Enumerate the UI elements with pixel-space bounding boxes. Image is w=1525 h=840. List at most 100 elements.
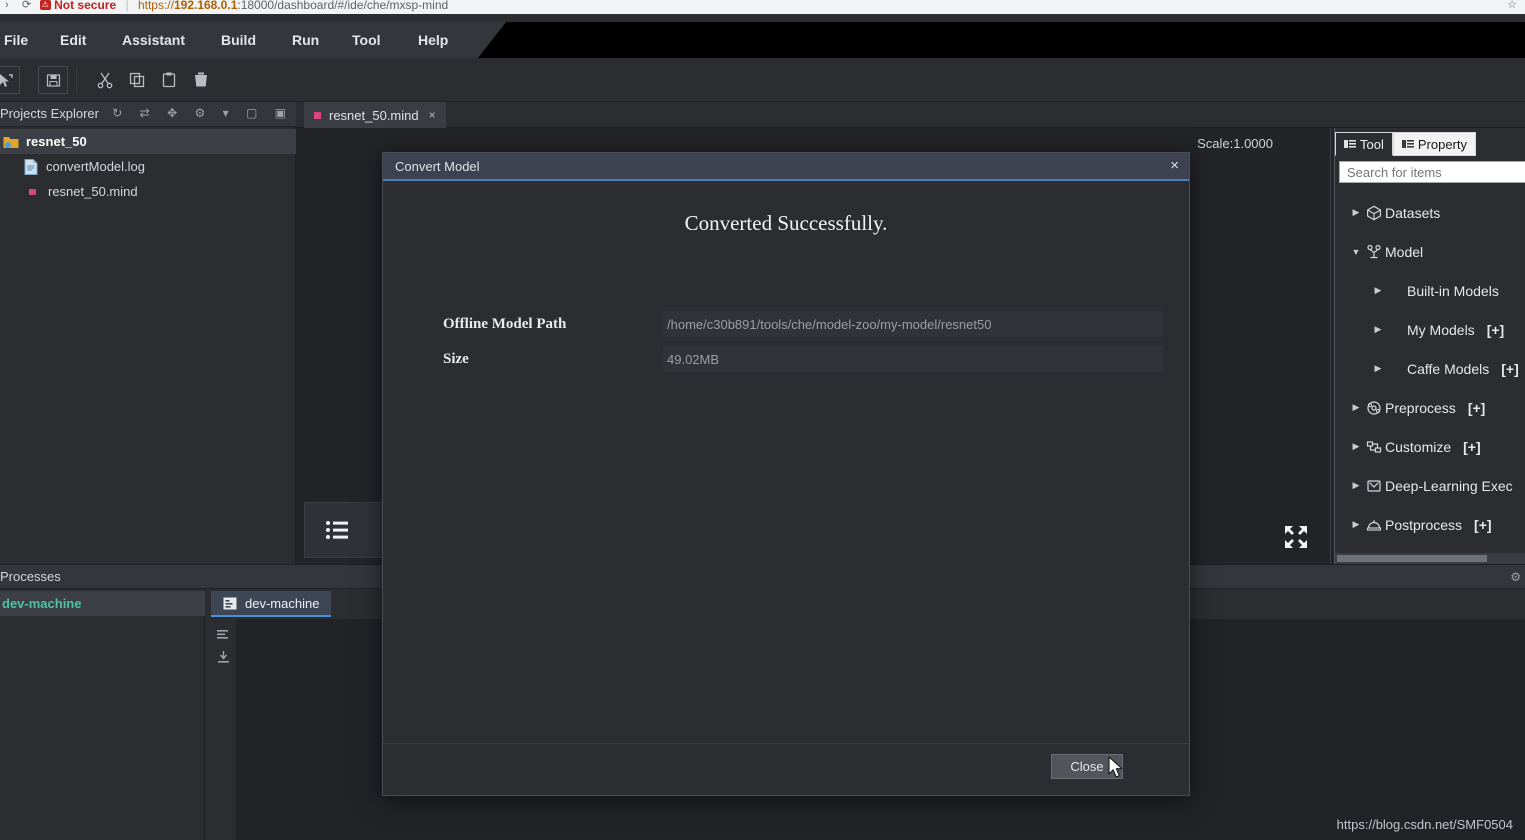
tree-item-model[interactable]: ▼ Model (1335, 232, 1525, 271)
tab-tool[interactable]: Tool (1335, 132, 1393, 156)
chevron-right-icon[interactable]: ▶ (1349, 519, 1363, 530)
close-icon[interactable]: × (1170, 157, 1179, 174)
star-icon[interactable]: ☆ (1507, 0, 1517, 11)
dialog-body: Converted Successfully. Offline Model Pa… (383, 183, 1189, 743)
dialog-title-bar[interactable]: Convert Model × (383, 153, 1189, 181)
mind-file-icon (24, 183, 42, 201)
processes-title: Processes (0, 569, 61, 584)
chevron-right-icon[interactable]: ▶ (1371, 324, 1385, 335)
menu-edit[interactable]: Edit (56, 22, 90, 58)
watermark-text: https://blog.csdn.net/SMF0504 (1336, 817, 1513, 832)
chevron-right-icon[interactable]: ▶ (1349, 480, 1363, 491)
list-icon[interactable] (325, 519, 351, 541)
chevron-right-icon[interactable]: ▶ (1349, 207, 1363, 218)
maximize-icon[interactable]: ▣ (275, 106, 290, 120)
tree-item-resnet50-mind[interactable]: resnet_50.mind (0, 179, 296, 204)
tree-item-caffe-models[interactable]: ▶ Caffe Models [+] (1335, 349, 1525, 388)
editor-tab-label: resnet_50.mind (329, 107, 419, 123)
list-lines-icon (1401, 139, 1414, 148)
tree-label-preprocess: Preprocess (1385, 399, 1456, 416)
offline-model-path-value: /home/c30b891/tools/che/model-zoo/my-mod… (663, 311, 1163, 337)
tree-item-preprocess[interactable]: ▶ Preprocess [+] (1335, 388, 1525, 427)
convert-model-dialog: Convert Model × Converted Successfully. … (382, 152, 1190, 796)
chevron-right-icon[interactable]: ▶ (1371, 363, 1385, 374)
canvas-right-rail (1330, 128, 1331, 564)
minimize-icon[interactable]: ▢ (246, 106, 261, 120)
chevron-right-icon[interactable]: ▶ (1349, 441, 1363, 452)
chevron-down-icon[interactable]: ▼ (1349, 247, 1363, 257)
add-icon[interactable]: [+] (1474, 517, 1492, 533)
url-scheme: https:// (137, 0, 174, 12)
cut-icon[interactable] (90, 66, 120, 94)
offline-model-path-label: Offline Model Path (443, 316, 567, 332)
close-button[interactable]: Close (1051, 754, 1123, 779)
menu-assistant[interactable]: Assistant (118, 22, 189, 58)
chevron-right-icon[interactable]: ▶ (1349, 402, 1363, 413)
preproc-icon (1363, 400, 1385, 416)
menu-help[interactable]: Help (414, 22, 452, 58)
collapse-icon[interactable]: ✥ (167, 106, 181, 120)
lines-icon[interactable] (211, 629, 235, 641)
save-icon[interactable] (38, 66, 68, 94)
tree-item-resnet50-folder[interactable]: resnet_50 (0, 129, 296, 154)
add-icon[interactable]: [+] (1468, 400, 1486, 416)
tree-item-datasets[interactable]: ▶ Datasets (1335, 193, 1525, 232)
chevron-down-icon[interactable]: ▾ (223, 106, 233, 120)
dialog-title: Convert Model (395, 158, 480, 174)
size-value: 49.02MB (663, 346, 1163, 372)
projects-explorer-header: Projects Explorer ↻ ⇄ ✥ ⚙ ▾ ▢ ▣ (0, 102, 296, 127)
tree-item-deep-learning-exec[interactable]: ▶ Deep-Learning Exec (1335, 466, 1525, 505)
search-input[interactable] (1339, 161, 1525, 183)
tree-item-customize[interactable]: ▶ Customize [+] (1335, 427, 1525, 466)
terminal-tab-dev-machine[interactable]: dev-machine (211, 591, 332, 617)
dialog-heading: Converted Successfully. (684, 211, 888, 235)
editor-tab-resnet50-mind[interactable]: resnet_50.mind × (304, 102, 446, 128)
ide-window: › ⟳ ⚠ Not secure | https://192.168.0.1:1… (0, 0, 1525, 840)
right-panel-tabs: Tool Property (1335, 132, 1476, 156)
pointer-icon[interactable] (0, 66, 20, 94)
add-icon[interactable]: [+] (1463, 439, 1481, 455)
tool-tree: ▶ Datasets ▼ Model ▶ Built-in Models ▶ M… (1335, 193, 1525, 550)
settings-icon[interactable]: ⚙ (194, 106, 209, 120)
not-secure-badge-icon: ⚠ (39, 0, 51, 10)
gear-icon[interactable]: ⚙ (1510, 570, 1521, 584)
paste-icon[interactable] (154, 66, 184, 94)
tree-label-model: Model (1385, 243, 1424, 260)
tree-label-deep-learning-exec: Deep-Learning Exec (1385, 477, 1513, 494)
menu-tool[interactable]: Tool (348, 22, 385, 58)
back-arrow-icon[interactable]: › (0, 0, 14, 11)
tree-label-built-in-models: Built-in Models (1407, 282, 1499, 299)
menu-run[interactable]: Run (288, 22, 323, 58)
browser-address-bar[interactable]: › ⟳ ⚠ Not secure | https://192.168.0.1:1… (0, 0, 1525, 14)
tree-item-built-in-models[interactable]: ▶ Built-in Models (1335, 271, 1525, 310)
tab-property[interactable]: Property (1392, 132, 1476, 156)
tree-item-my-models[interactable]: ▶ My Models [+] (1335, 310, 1525, 349)
download-icon[interactable] (211, 651, 235, 664)
process-item-dev-machine[interactable]: dev-machine (0, 591, 205, 616)
chevron-right-icon[interactable]: ▶ (1371, 285, 1385, 296)
reload-icon[interactable]: ⟳ (17, 0, 36, 11)
tree-label-customize: Customize (1385, 438, 1452, 455)
scrollbar-thumb[interactable] (1337, 555, 1487, 562)
tree-label-caffe-models: Caffe Models (1407, 360, 1490, 377)
menu-file[interactable]: File (0, 22, 32, 58)
add-icon[interactable]: [+] (1501, 361, 1519, 377)
tool-property-panel: Tool Property ▶ Datasets ▼ (1334, 128, 1525, 564)
tab-property-label: Property (1417, 136, 1467, 152)
copy-icon[interactable] (122, 66, 152, 94)
refresh-icon[interactable]: ↻ (112, 106, 126, 120)
delete-icon[interactable] (186, 66, 216, 94)
security-label: Not secure (54, 0, 117, 12)
customize-icon (1363, 439, 1385, 455)
expand-arrows-icon[interactable] (1283, 524, 1309, 550)
tool-tree-scrollbar[interactable] (1335, 553, 1525, 564)
close-icon[interactable]: × (429, 108, 436, 122)
tree-item-postprocess[interactable]: ▶ Postprocess [+] (1335, 505, 1525, 544)
menu-build[interactable]: Build (217, 22, 260, 58)
tree-label-postprocess: Postprocess (1385, 516, 1463, 533)
file-log-icon (22, 158, 40, 176)
add-icon[interactable]: [+] (1487, 322, 1505, 338)
link-icon[interactable]: ⇄ (140, 106, 154, 120)
url-path: :18000/dashboard/#/ide/che/mxsp-mind (237, 0, 449, 12)
tree-item-convertmodel-log[interactable]: convertModel.log (0, 154, 296, 179)
